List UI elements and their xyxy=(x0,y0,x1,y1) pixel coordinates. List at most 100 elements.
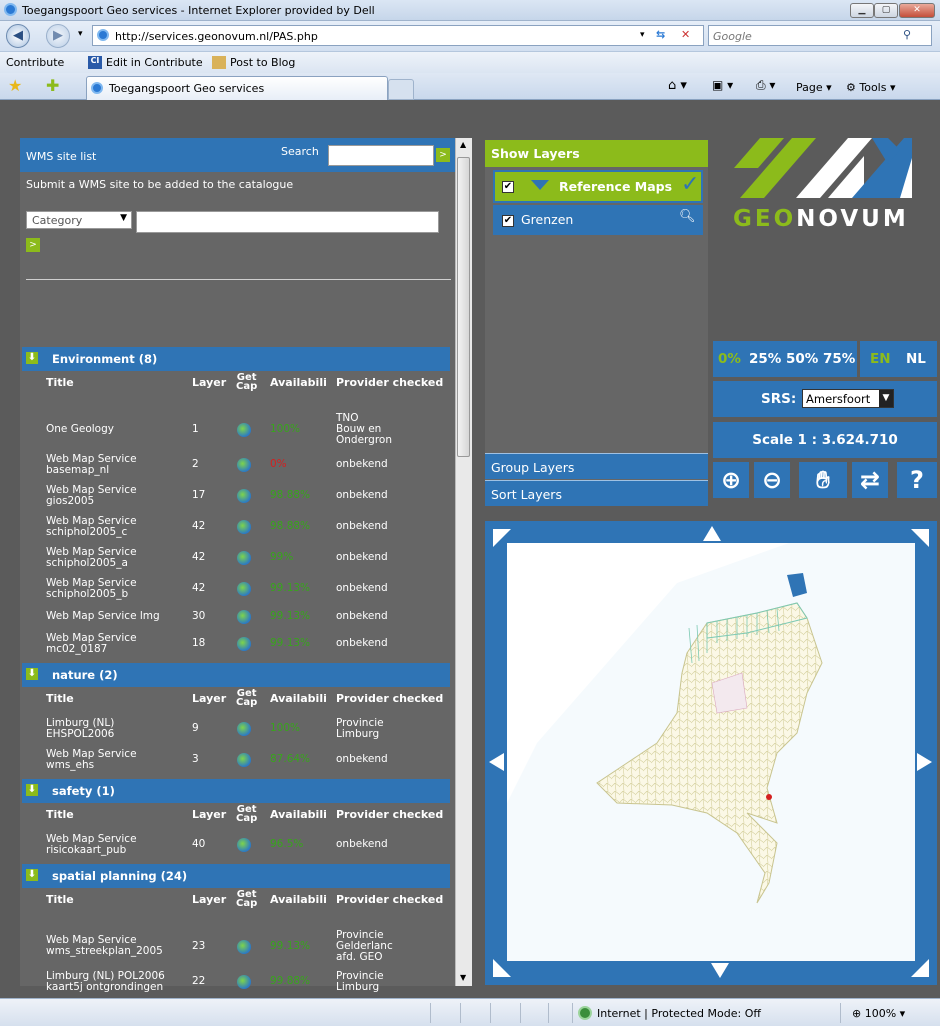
refresh-icon[interactable]: ⇆ xyxy=(656,28,665,41)
srs-select[interactable]: Amersfoort ▼ xyxy=(802,389,894,408)
maximize-button[interactable]: ▢ xyxy=(874,3,898,18)
scroll-down-icon[interactable]: ▼ xyxy=(460,973,466,982)
help-icon[interactable]: ? xyxy=(897,462,937,498)
search-icon[interactable]: ⚲ xyxy=(903,28,911,41)
opacity-75[interactable]: 75% xyxy=(823,351,855,367)
wms-search-input[interactable] xyxy=(328,145,434,166)
expand-arrow-icon[interactable]: ⬇ xyxy=(26,352,38,364)
pan-east-icon[interactable] xyxy=(917,753,932,771)
getcap-globe-icon[interactable] xyxy=(237,753,251,767)
col-getcap[interactable]: Get Cap xyxy=(236,890,257,909)
getcap-globe-icon[interactable] xyxy=(237,458,251,472)
row-title[interactable]: Web Map Service basemap_nl xyxy=(46,453,137,476)
section-header[interactable]: ⬇ nature (2) xyxy=(22,663,450,687)
scroll-up-icon[interactable]: ▲ xyxy=(460,140,466,149)
zoom-out-icon[interactable]: ⊖ xyxy=(754,462,790,498)
col-title[interactable]: Title xyxy=(46,692,74,705)
row-title[interactable]: Web Map Service mc02_0187 xyxy=(46,632,137,655)
row-title[interactable]: Web Map Service gios2005 xyxy=(46,484,137,507)
refresh-map-icon[interactable]: ⇄ xyxy=(852,462,888,498)
tools-menu[interactable]: ⚙ Tools ▾ xyxy=(846,81,896,94)
section-header[interactable]: ⬇ safety (1) xyxy=(22,779,450,803)
home-icon[interactable]: ⌂ ▾ xyxy=(668,78,687,93)
search-box[interactable]: Google ⚲ xyxy=(708,25,932,46)
search-go-button[interactable]: > xyxy=(436,148,450,162)
table-row[interactable]: Web Map Service wms_streekplan_2005 23 99.… xyxy=(46,926,450,966)
col-layer[interactable]: Layer xyxy=(192,692,226,705)
col-title[interactable]: Title xyxy=(46,376,74,389)
minimize-button[interactable]: ▁ xyxy=(850,3,874,18)
expand-arrow-icon[interactable]: ⬇ xyxy=(26,668,38,680)
history-dropdown-icon[interactable]: ▾ xyxy=(78,29,83,39)
stop-icon[interactable]: ✕ xyxy=(681,28,690,41)
getcap-globe-icon[interactable] xyxy=(237,582,251,596)
getcap-globe-icon[interactable] xyxy=(237,551,251,565)
pan-west-icon[interactable] xyxy=(489,753,504,771)
table-row[interactable]: Limburg (NL) POL2006 kaart5j ontgronding… xyxy=(46,966,450,997)
row-title[interactable]: Web Map Service schiphol2005_c xyxy=(46,515,137,538)
col-provider[interactable]: Provider checked xyxy=(336,376,443,389)
col-provider[interactable]: Provider checked xyxy=(336,808,443,821)
expand-arrow-icon[interactable]: ⬇ xyxy=(26,784,38,796)
forward-button[interactable]: ▶ xyxy=(46,24,70,48)
getcap-globe-icon[interactable] xyxy=(237,939,251,954)
pan-hand-icon[interactable]: ✋︎ xyxy=(799,462,847,498)
address-bar[interactable]: http://services.geonovum.nl/PAS.php ▾ ⇆ … xyxy=(92,25,704,46)
table-row[interactable]: Web Map Service lmg 30 99.13% onbekend xyxy=(46,604,450,628)
tab-active[interactable]: Toegangspoort Geo services xyxy=(86,76,388,100)
col-availability[interactable]: Availabili xyxy=(270,692,327,705)
col-availability[interactable]: Availabili xyxy=(270,376,327,389)
getcap-globe-icon[interactable] xyxy=(237,722,251,736)
table-row[interactable]: Web Map Service gios2005 17 98.88% onbekend xyxy=(46,480,450,511)
section-header[interactable]: ⬇ Environment (8) xyxy=(22,347,450,371)
col-title[interactable]: Title xyxy=(46,808,74,821)
pan-southwest-icon[interactable] xyxy=(493,959,511,977)
col-layer[interactable]: Layer xyxy=(192,808,226,821)
col-provider[interactable]: Provider checked xyxy=(336,692,443,705)
row-title[interactable]: Limburg (NL) POL2006 kaart5j ontgronding… xyxy=(46,970,165,993)
scrollbar-thumb[interactable] xyxy=(457,157,470,457)
back-button[interactable]: ◀ xyxy=(6,24,30,48)
favorites-star-icon[interactable]: ★ xyxy=(8,76,22,95)
category-select[interactable]: Category ▼ xyxy=(26,211,132,229)
col-getcap[interactable]: Get Cap xyxy=(236,805,257,824)
getcap-globe-icon[interactable] xyxy=(237,838,251,852)
group-layers-button[interactable]: Group Layers xyxy=(485,453,708,479)
submit-go-button[interactable]: > xyxy=(26,238,40,252)
lang-en[interactable]: EN xyxy=(870,351,891,367)
reference-maps-checkbox[interactable]: ✔ xyxy=(502,181,514,193)
getcap-globe-icon[interactable] xyxy=(237,637,251,651)
print-icon[interactable]: ⎙ ▾ xyxy=(756,78,775,93)
table-row[interactable]: Web Map Service schiphol2005_b 42 99.13% on… xyxy=(46,573,450,604)
col-getcap[interactable]: Get Cap xyxy=(236,689,257,708)
getcap-globe-icon[interactable] xyxy=(237,489,251,503)
close-button[interactable]: ✕ xyxy=(899,3,935,18)
layer-grenzen[interactable]: ✔ Grenzen 🔍︎ xyxy=(493,205,703,235)
wms-site-list-link[interactable]: WMS site list xyxy=(26,150,96,163)
col-title[interactable]: Title xyxy=(46,893,74,906)
row-title[interactable]: Web Map Service lmg xyxy=(46,610,160,622)
zoom-in-icon[interactable]: ⊕ xyxy=(713,462,749,498)
row-title[interactable]: Web Map Service schiphol2005_a xyxy=(46,546,137,569)
new-tab-button[interactable] xyxy=(388,79,414,100)
zoom-control[interactable]: ⊕ 100% ▾ xyxy=(852,1007,905,1020)
table-row[interactable]: Web Map Service wms_ehs 3 87.64% onbekend xyxy=(46,744,450,775)
post-to-blog-link[interactable]: Post to Blog xyxy=(230,56,295,69)
edit-in-contribute-link[interactable]: Edit in Contribute xyxy=(106,56,203,69)
getcap-globe-icon[interactable] xyxy=(237,520,251,534)
row-title[interactable]: Limburg (NL) EHSPOL2006 xyxy=(46,717,114,740)
lang-nl[interactable]: NL xyxy=(906,351,926,367)
col-provider[interactable]: Provider checked xyxy=(336,893,443,906)
contribute-link[interactable]: Contribute xyxy=(6,56,64,69)
page-menu[interactable]: Page ▾ xyxy=(796,81,832,94)
table-row[interactable]: Web Map Service mc02_0187 18 99.13% onbeken… xyxy=(46,628,450,659)
table-row[interactable]: Web Map Service schiphol2005_a 42 99% onbek… xyxy=(46,542,450,573)
expand-arrow-icon[interactable]: ⬇ xyxy=(26,869,38,881)
opacity-50[interactable]: 50% xyxy=(786,351,818,367)
getcap-globe-icon[interactable] xyxy=(237,975,251,989)
opacity-0[interactable]: 0% xyxy=(718,351,741,367)
sort-layers-button[interactable]: Sort Layers xyxy=(485,480,708,506)
col-availability[interactable]: Availabili xyxy=(270,808,327,821)
map-canvas[interactable] xyxy=(507,543,915,961)
add-favorites-icon[interactable]: ✚ xyxy=(46,76,59,95)
